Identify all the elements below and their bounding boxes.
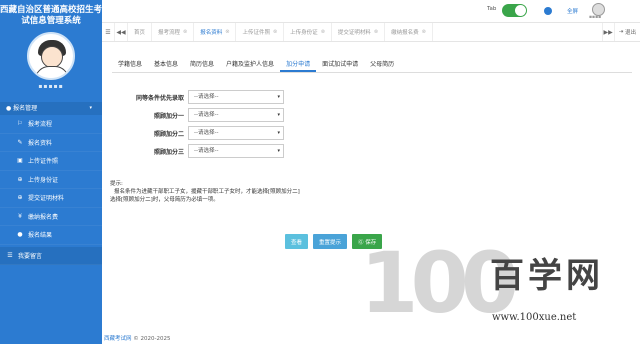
close-icon[interactable]: ⊗ bbox=[225, 29, 229, 35]
save-button[interactable]: Ⓖ 保存 bbox=[352, 234, 383, 249]
caret-down-icon: ▾ bbox=[277, 148, 280, 154]
footer: 西藏考试网 © 2020-2025 bbox=[104, 334, 171, 342]
sidebar-item-label: 上传证件照 bbox=[28, 158, 59, 166]
subtab-school[interactable]: 学籍信息 bbox=[112, 58, 148, 72]
footer-link[interactable]: 西藏考试网 bbox=[104, 336, 132, 342]
main-content: 学籍信息 基本信息 简历信息 户籍及监护人信息 加分申请 面试加试申请 父母简历… bbox=[102, 42, 640, 344]
tab-toggle-label: Tab bbox=[487, 6, 497, 12]
caret-down-icon: ▾ bbox=[277, 112, 280, 118]
user-icon: ● bbox=[6, 105, 12, 112]
menu-group-label: 报名管理 bbox=[13, 105, 38, 112]
subtab-parents[interactable]: 父母简历 bbox=[364, 58, 400, 72]
subtab-bar: 学籍信息 基本信息 简历信息 户籍及监护人信息 加分申请 面试加试申请 父母简历 bbox=[112, 58, 632, 73]
tab-bar: ☰ ◀◀ 首页 报考流程 ⊗ 报名资料 ⊗ 上传证件照 ⊗ 上传身份证 ⊗ 提交证明材料… bbox=[102, 22, 640, 42]
sidebar-item-label: 缴纳报名费 bbox=[28, 213, 59, 221]
upload-icon: ▣ bbox=[17, 157, 23, 165]
user-name: ▪▪▪▪▪ bbox=[38, 83, 64, 90]
list-icon: ☰ bbox=[7, 251, 13, 259]
close-icon[interactable]: ⊗ bbox=[183, 29, 187, 35]
sidebar-item-photo[interactable]: ▣ 上传证件照 bbox=[0, 152, 102, 171]
sidebar-item-label: 报名资料 bbox=[28, 139, 53, 147]
system-title: 西藏自治区普通高校招生考试信息管理系统 bbox=[0, 5, 103, 26]
subtab-interview[interactable]: 面试加试申请 bbox=[316, 58, 364, 72]
field-label: 照顾加分一 bbox=[153, 113, 184, 120]
caret-down-icon: ▾ bbox=[277, 130, 280, 136]
action-buttons: 查看 重置提示 Ⓖ 保存 bbox=[285, 234, 383, 249]
theme-dot-icon[interactable] bbox=[544, 7, 552, 15]
tab-idcard[interactable]: 上传身份证 ⊗ bbox=[284, 23, 332, 41]
sidebar-item-label: 报名结果 bbox=[28, 232, 53, 240]
tab-info[interactable]: 报名资料 ⊗ bbox=[194, 23, 237, 41]
chevron-down-icon: ▾ bbox=[89, 105, 92, 111]
save-icon: Ⓖ bbox=[358, 239, 364, 246]
tab-toggle-switch[interactable] bbox=[502, 4, 527, 17]
user-icon: ● bbox=[17, 231, 23, 239]
tab-flow[interactable]: 报考流程 ⊗ bbox=[152, 23, 195, 41]
scroll-right-icon[interactable]: ▶▶ bbox=[601, 23, 615, 41]
plus-circle-icon: ⊕ bbox=[17, 194, 23, 202]
edit-icon: ✎ bbox=[17, 138, 23, 146]
logout-icon: ⇥ bbox=[618, 29, 624, 35]
sidebar-item-message[interactable]: ☰ 我要留言 bbox=[0, 246, 102, 265]
field-label: 照顾加分三 bbox=[153, 149, 184, 156]
sidebar: 西藏自治区普通高校招生考试信息管理系统 ▪▪▪▪▪ ● 报名管理 ▾ ⚐ 报考流程… bbox=[0, 0, 102, 344]
sidebar-item-label: 提交证明材料 bbox=[28, 195, 65, 203]
sidebar-item-info[interactable]: ✎ 报名资料 bbox=[0, 134, 102, 152]
sidebar-item-idcard[interactable]: ⊕ 上传身份证 bbox=[0, 171, 102, 189]
sidebar-item-label: 报考流程 bbox=[28, 121, 53, 129]
tips-title: 提示: bbox=[110, 181, 123, 187]
yen-icon: ¥ bbox=[18, 212, 22, 220]
caret-down-icon: ▾ bbox=[277, 94, 280, 100]
subtab-resume[interactable]: 简历信息 bbox=[184, 58, 220, 72]
bonus-three-select[interactable]: --请选择-- ▾ bbox=[188, 144, 284, 158]
tips-box: 提示: 报名条件为进藏干部职工子女，援藏干部职工子女时，才能选择[照顾加分二] … bbox=[110, 180, 300, 204]
menu-toggle-icon[interactable]: ☰ bbox=[102, 23, 115, 41]
field-label: 照顾加分二 bbox=[153, 131, 184, 138]
logout-button[interactable]: ⇥ 退出 bbox=[615, 23, 640, 41]
tab-photo[interactable]: 上传证件照 ⊗ bbox=[236, 23, 285, 41]
priority-select[interactable]: --请选择-- ▾ bbox=[188, 90, 284, 104]
avatar bbox=[27, 32, 75, 80]
sidebar-item-label: 我要留言 bbox=[18, 252, 43, 260]
tab-home[interactable]: 首页 bbox=[128, 23, 153, 41]
tab-proof[interactable]: 提交证明材料 ⊗ bbox=[332, 23, 386, 41]
sidebar-menu: ● 报名管理 ▾ ⚐ 报考流程 ✎ 报名资料 ▣ 上传证件照 ⊕ 上传身份证 ⊕ 提交证明… bbox=[0, 102, 102, 265]
footer-copyright: © 2020-2025 bbox=[131, 336, 171, 342]
tips-line: 选择[照顾加分二]时，父母简历为必填一项。 bbox=[110, 197, 219, 203]
tips-line: 报名条件为进藏干部职工子女，援藏干部职工子女时，才能选择[照顾加分二] bbox=[114, 189, 300, 195]
bonus-one-select[interactable]: --请选择-- ▾ bbox=[188, 108, 284, 122]
user-label: ▪▪▪▪ bbox=[589, 15, 602, 20]
fullscreen-button[interactable]: 全屏 bbox=[567, 7, 578, 15]
subtab-household[interactable]: 户籍及监护人信息 bbox=[220, 58, 280, 72]
close-icon[interactable]: ⊗ bbox=[374, 29, 378, 35]
close-icon[interactable]: ⊗ bbox=[273, 29, 277, 35]
top-header: Tab 全屏 ▪▪▪▪ bbox=[102, 0, 640, 22]
view-button[interactable]: 查看 bbox=[285, 234, 309, 249]
sidebar-item-label: 上传身份证 bbox=[28, 176, 59, 184]
tab-fee[interactable]: 缴纳报名费 ⊗ bbox=[385, 23, 433, 41]
subtab-bonus[interactable]: 加分申请 bbox=[280, 58, 317, 72]
close-icon[interactable]: ⊗ bbox=[321, 29, 325, 35]
reset-button[interactable]: 重置提示 bbox=[313, 234, 348, 249]
form-row: 同等条件优先录取 bbox=[104, 90, 184, 105]
scroll-left-icon[interactable]: ◀◀ bbox=[115, 23, 128, 41]
field-label: 同等条件优先录取 bbox=[135, 95, 184, 102]
form-row: 照顾加分一 bbox=[104, 108, 184, 123]
flag-icon: ⚐ bbox=[17, 120, 23, 128]
menu-group-registration[interactable]: ● 报名管理 ▾ bbox=[0, 102, 102, 115]
form-row: 照顾加分三 bbox=[104, 144, 184, 159]
subtab-basic[interactable]: 基本信息 bbox=[148, 58, 184, 72]
sidebar-item-proof[interactable]: ⊕ 提交证明材料 bbox=[0, 189, 102, 208]
sidebar-item-result[interactable]: ● 报名结果 bbox=[0, 226, 102, 245]
bonus-two-select[interactable]: --请选择-- ▾ bbox=[188, 126, 284, 140]
sidebar-item-flow[interactable]: ⚐ 报考流程 bbox=[0, 115, 102, 134]
form-row: 照顾加分二 bbox=[104, 126, 184, 141]
sidebar-item-fee[interactable]: ¥ 缴纳报名费 bbox=[0, 208, 102, 226]
plus-circle-icon: ⊕ bbox=[17, 175, 23, 183]
close-icon[interactable]: ⊗ bbox=[422, 29, 426, 35]
